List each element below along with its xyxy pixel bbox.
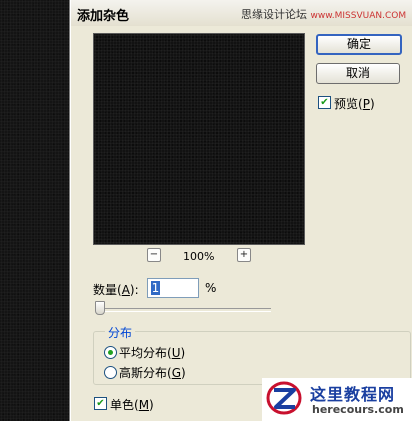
zoom-level: 100% xyxy=(183,250,215,263)
amount-label: 数量(A): xyxy=(93,283,139,297)
zoom-in-button[interactable]: + xyxy=(237,248,251,262)
logo-chinese-text: 这里教程网 xyxy=(310,385,396,404)
amount-unit: % xyxy=(205,281,217,295)
preview-checkbox-label: 预览(P) xyxy=(334,97,375,111)
add-noise-dialog: 添加杂色 思缘设计论坛 www.MISSVUAN.COM − 100% + 确定… xyxy=(70,0,412,421)
gaussian-distribution-radio[interactable] xyxy=(104,366,117,379)
site-logo: 这里教程网 herecours.com xyxy=(262,378,412,421)
gaussian-distribution-label: 高斯分布(G) xyxy=(119,366,186,380)
preview-checkbox[interactable]: ✔ xyxy=(318,96,331,109)
cancel-button[interactable]: 取消 xyxy=(316,63,400,84)
logo-english-text: herecours.com xyxy=(312,403,404,416)
logo-emblem-icon xyxy=(266,381,302,415)
dialog-titlebar[interactable]: 添加杂色 思缘设计论坛 www.MISSVUAN.COM xyxy=(71,0,412,26)
amount-slider-track[interactable] xyxy=(99,308,271,312)
watermark-text: 思缘设计论坛 www.MISSVUAN.COM xyxy=(241,6,406,22)
preview-window[interactable] xyxy=(93,33,305,245)
amount-value: 1 xyxy=(151,281,160,295)
distribution-title: 分布 xyxy=(105,324,136,341)
uniform-distribution-radio[interactable] xyxy=(104,346,117,359)
watermark-site-name: 思缘设计论坛 xyxy=(241,8,307,21)
zoom-out-button[interactable]: − xyxy=(147,248,161,262)
amount-slider-handle[interactable] xyxy=(95,301,105,315)
amount-input[interactable]: 1 xyxy=(147,278,199,298)
monochrome-label: 单色(M) xyxy=(110,398,154,412)
uniform-distribution-label: 平均分布(U) xyxy=(119,346,186,360)
watermark-url: www.MISSVUAN.COM xyxy=(310,11,407,21)
monochrome-checkbox[interactable]: ✔ xyxy=(94,397,107,410)
ok-button[interactable]: 确定 xyxy=(316,34,402,55)
dialog-title: 添加杂色 xyxy=(77,9,130,24)
